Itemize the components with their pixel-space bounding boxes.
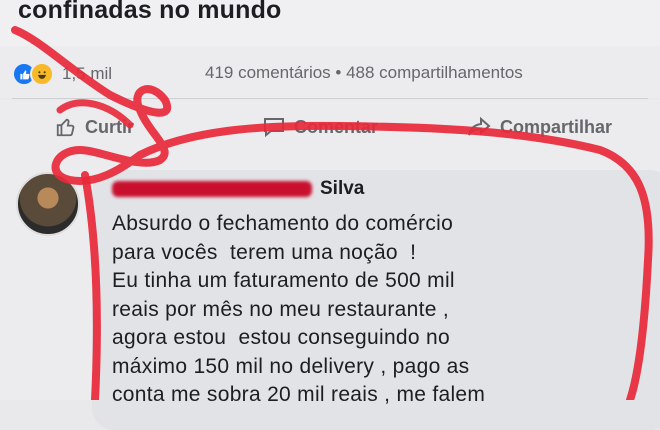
redacted-name [112,181,312,197]
share-label: Compartilhar [500,116,613,137]
speech-bubble-icon [264,118,284,138]
avatar[interactable] [16,172,80,236]
post-header: confinadas no mundo [0,0,660,46]
comment-section: Silva Absurdo o fechamento do comércio p… [0,160,660,430]
post-title: confinadas no mundo [18,0,282,24]
author-surname: Silva [320,178,365,199]
comment-line: conta me sobra 20 mil reais , me falem [112,383,486,406]
comment-line: reais por mês no meu restaurante , [112,297,450,321]
comment-text: Absurdo o fechamento do comércio para vo… [112,210,652,410]
comment-bubble: Silva Absurdo o fechamento do comércio p… [92,170,660,430]
comment-line: Absurdo o fechamento do comércio [112,212,454,235]
like-button[interactable]: Curtir [55,116,134,138]
comment-line: Eu tinha um faturamento de 500 mil [112,269,455,292]
comment-line: para vocês terem uma noção ! [112,240,417,264]
post-actions-bar: Curtir Comentar Compartilhar [0,100,660,160]
comment-line: agora estou estou conseguindo no [112,326,450,349]
comment-line: máximo 150 mil no delivery , pago as [112,354,470,378]
haha-emoji-icon [30,62,54,86]
comment-label: Comentar [294,116,379,137]
comment-author[interactable]: Silva [112,178,364,200]
comment-button[interactable]: Comentar [262,116,378,138]
share-button[interactable]: Compartilhar [466,116,612,138]
like-label: Curtir [85,116,134,137]
post-stats-bar: 1,5 mil 419 comentários • 488 compartilh… [0,46,660,98]
divider [12,98,648,99]
reactions-summary[interactable]: 1,5 mil [12,62,112,86]
thumbs-up-outline-icon [56,118,75,137]
comments-shares-count[interactable]: 419 comentários • 488 compartilhamentos [205,63,523,83]
share-arrow-icon [468,116,491,136]
reactions-count: 1,5 mil [62,64,113,83]
